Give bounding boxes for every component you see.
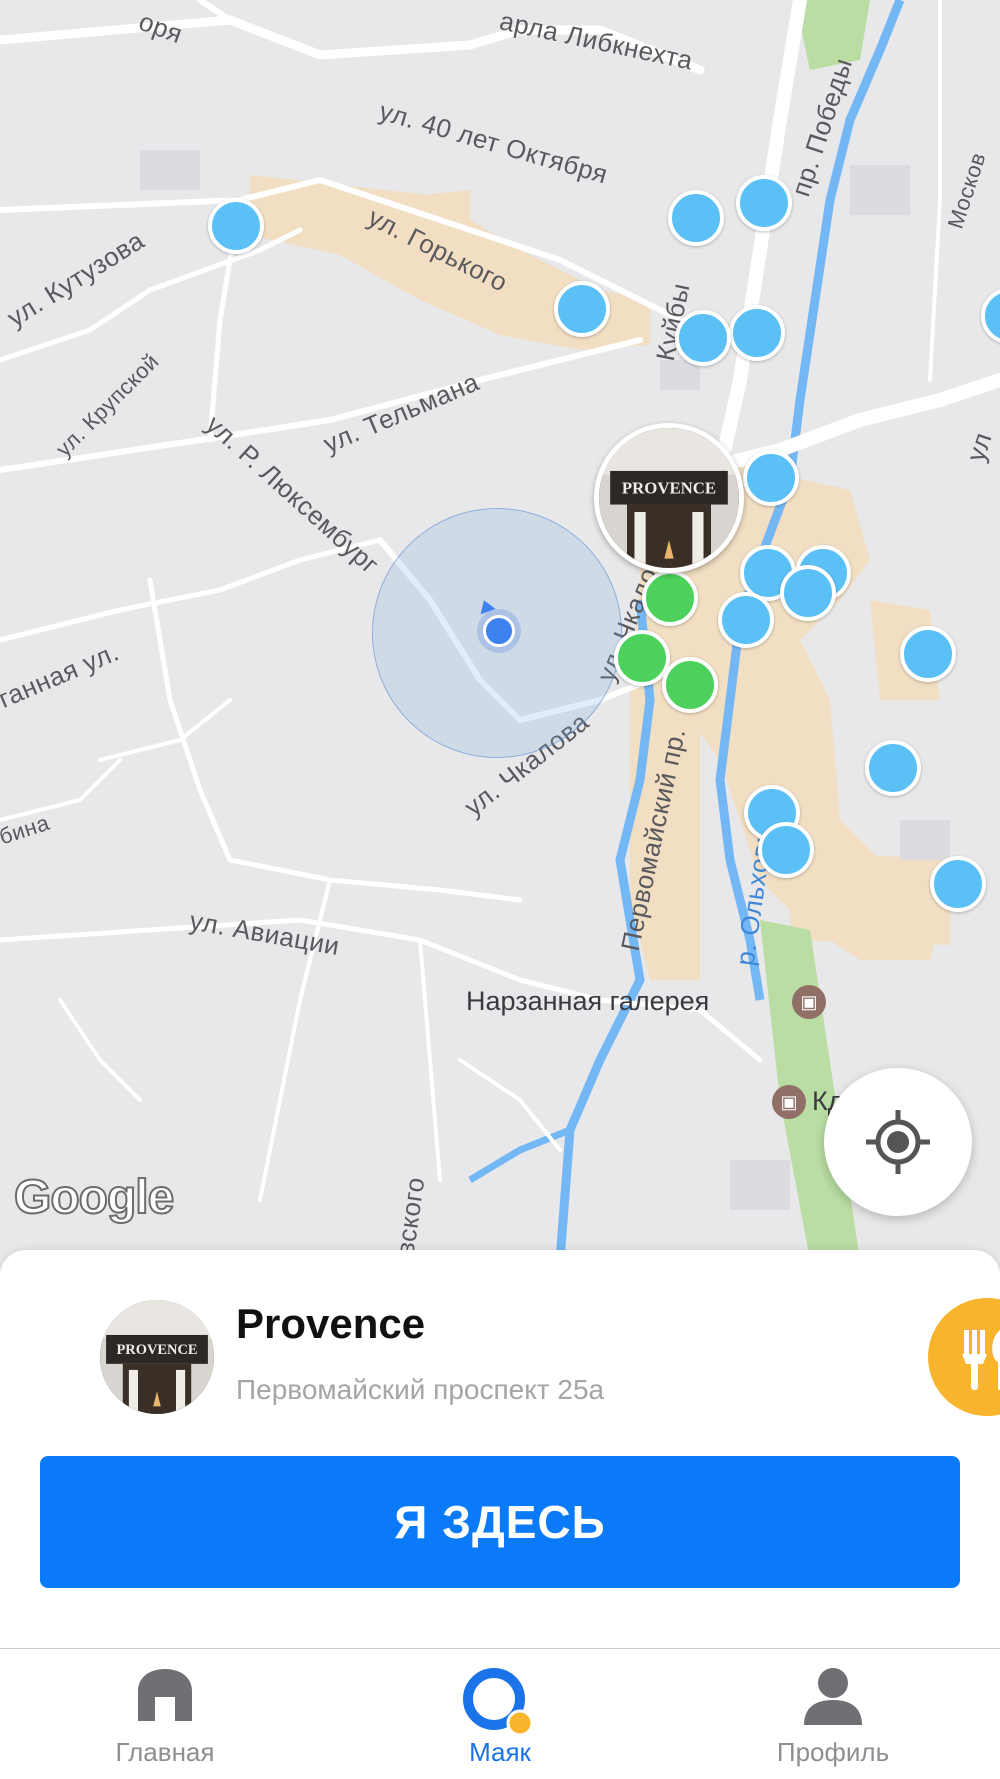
tab-bar: Главная Маяк Профиль xyxy=(0,1648,1000,1779)
google-logo: Google xyxy=(13,1170,175,1225)
place-card[interactable]: PROVENCE Provence Первомайский проспект … xyxy=(0,1250,1000,1650)
map-marker[interactable] xyxy=(614,630,670,686)
map-marker[interactable] xyxy=(729,305,785,361)
poi-label[interactable]: Нарзанная галерея xyxy=(466,986,709,1017)
im-here-button[interactable]: Я ЗДЕСЬ xyxy=(40,1456,960,1588)
map-marker[interactable] xyxy=(743,450,799,506)
storefront-image: PROVENCE xyxy=(599,428,739,568)
tab-beacon[interactable]: Маяк xyxy=(400,1649,600,1779)
user-location-dot-inner xyxy=(483,615,515,647)
category-badge[interactable] xyxy=(928,1298,1000,1416)
tab-home[interactable]: Главная xyxy=(65,1649,265,1779)
crosshair-icon xyxy=(866,1110,930,1174)
map-marker[interactable] xyxy=(554,281,610,337)
locate-me-button[interactable] xyxy=(824,1068,972,1216)
map-marker[interactable] xyxy=(900,626,956,682)
map-marker[interactable] xyxy=(758,822,814,878)
home-icon xyxy=(138,1669,192,1721)
map-view[interactable]: ул. 40 лет Октября ул. Горького ул. Куту… xyxy=(0,0,1000,1260)
tab-label: Маяк xyxy=(469,1737,531,1767)
place-address: Первомайский проспект 25а xyxy=(236,1374,605,1405)
map-marker[interactable] xyxy=(208,198,264,254)
place-thumbnail: PROVENCE xyxy=(100,1300,214,1414)
map-marker[interactable] xyxy=(736,175,792,231)
tab-label: Профиль xyxy=(776,1737,890,1767)
map-marker[interactable] xyxy=(780,565,836,621)
map-marker[interactable] xyxy=(865,740,921,796)
map-marker[interactable] xyxy=(718,592,774,648)
selected-place-marker[interactable]: PROVENCE xyxy=(594,423,744,573)
storefront-image: PROVENCE xyxy=(100,1300,214,1414)
storefront-sign: PROVENCE xyxy=(622,478,716,497)
camera-icon[interactable]: ▣ xyxy=(772,1085,806,1119)
map-marker[interactable] xyxy=(675,310,731,366)
tab-profile[interactable]: Профиль xyxy=(733,1649,933,1779)
profile-icon xyxy=(804,1668,862,1725)
place-name: Provence xyxy=(236,1300,426,1347)
beacon-icon xyxy=(463,1668,534,1737)
map-marker[interactable] xyxy=(662,657,718,713)
map-marker[interactable] xyxy=(930,856,986,912)
camera-icon[interactable]: ▣ xyxy=(792,985,826,1019)
map-marker[interactable] xyxy=(668,190,724,246)
tab-label: Главная xyxy=(115,1737,215,1767)
map-marker[interactable] xyxy=(642,570,698,626)
storefront-sign: PROVENCE xyxy=(116,1342,197,1358)
fork-knife-icon xyxy=(962,1330,1000,1390)
